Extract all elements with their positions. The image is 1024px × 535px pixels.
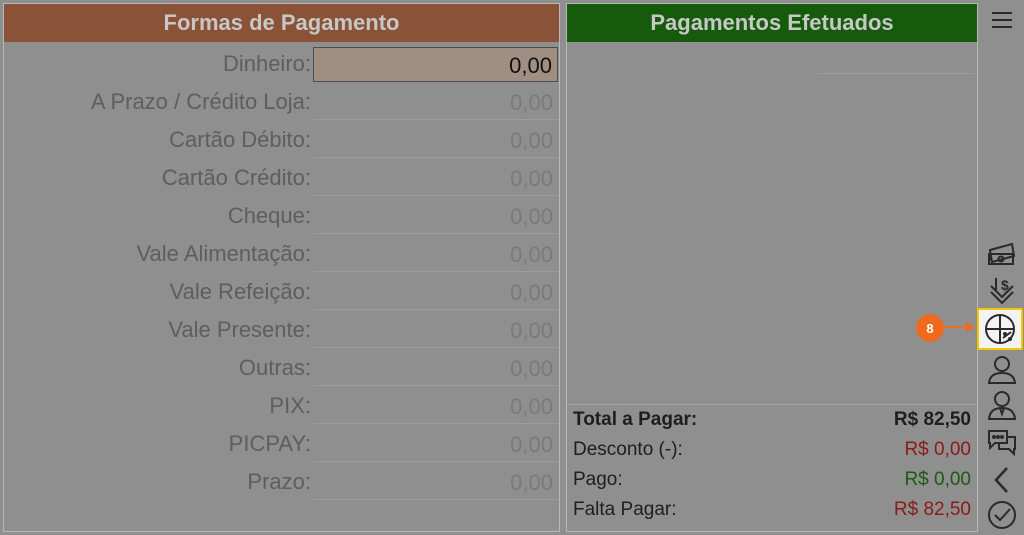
total-row: Total a Pagar: R$ 82,50	[567, 405, 977, 435]
payment-row-cheque: Cheque: 0,00	[4, 197, 559, 235]
desconto-value: R$ 0,00	[904, 439, 971, 460]
payment-label: PIX:	[269, 393, 311, 418]
falta-row: Falta Pagar: R$ 82,50	[567, 495, 977, 525]
payment-row-picpay: PICPAY: 0,00	[4, 425, 559, 463]
payment-label: Vale Alimentação:	[136, 241, 311, 266]
payment-row-cartao-credito: Cartão Crédito: 0,00	[4, 159, 559, 197]
dollar-down-icon[interactable]: $	[980, 272, 1024, 308]
payment-row-prazo: Prazo: 0,00	[4, 463, 559, 501]
payment-input-cartao-credito[interactable]: 0,00	[313, 161, 558, 196]
total-value: R$ 82,50	[893, 409, 971, 430]
payment-input-cartao-debito[interactable]: 0,00	[313, 123, 558, 158]
payment-input-vale-alimentacao[interactable]: 0,00	[313, 237, 558, 272]
svg-text:$: $	[1001, 277, 1009, 293]
pagamentos-efetuados-title: Pagamentos Efetuados	[567, 4, 977, 42]
payment-input-vale-refeicao[interactable]: 0,00	[313, 275, 558, 310]
payment-row-cartao-debito: Cartão Débito: 0,00	[4, 121, 559, 159]
payment-label: Cartão Débito:	[169, 127, 311, 152]
payment-row-vale-alimentacao: Vale Alimentação: 0,00	[4, 235, 559, 273]
divider	[817, 73, 974, 74]
split-payment-icon	[985, 314, 1015, 344]
payment-input-vale-presente[interactable]: 0,00	[313, 313, 558, 348]
payment-label: PICPAY:	[228, 431, 311, 456]
cash-icon[interactable]	[980, 236, 1024, 272]
payment-label: Vale Refeição:	[169, 279, 311, 304]
customer-icon[interactable]	[980, 351, 1024, 387]
payment-row-dinheiro: Dinheiro: 0,00	[4, 45, 559, 83]
payment-input-picpay[interactable]: 0,00	[313, 427, 558, 462]
payment-row-vale-presente: Vale Presente: 0,00	[4, 311, 559, 349]
payment-input-dinheiro[interactable]: 0,00	[313, 47, 558, 82]
salesperson-icon[interactable]	[980, 387, 1024, 423]
payment-label: Vale Presente:	[168, 317, 311, 342]
pago-row: Pago: R$ 0,00	[567, 465, 977, 495]
back-icon[interactable]	[980, 462, 1024, 498]
split-payment-button[interactable]	[977, 308, 1023, 350]
payment-input-prazo[interactable]: 0,00	[313, 465, 558, 500]
payment-label: Cartão Crédito:	[161, 165, 311, 190]
pagamentos-efetuados-panel: Pagamentos Efetuados Total a Pagar: R$ 8…	[566, 3, 978, 532]
menu-icon[interactable]	[980, 2, 1024, 38]
payment-label: Outras:	[238, 355, 311, 380]
payment-row-vale-refeicao: Vale Refeição: 0,00	[4, 273, 559, 311]
total-label: Total a Pagar:	[573, 409, 698, 430]
payment-input-a-prazo[interactable]: 0,00	[313, 85, 558, 120]
payment-row-a-prazo: A Prazo / Crédito Loja: 0,00	[4, 83, 559, 121]
formas-pagamento-panel: Formas de Pagamento Dinheiro: 0,00 A Pra…	[3, 3, 560, 532]
desconto-label: Desconto (-):	[573, 439, 683, 460]
payment-label: Dinheiro:	[222, 51, 311, 76]
callout-badge: 8	[916, 314, 944, 342]
formas-pagamento-title: Formas de Pagamento	[4, 4, 559, 42]
falta-value: R$ 82,50	[893, 499, 971, 520]
payment-row-pix: PIX: 0,00	[4, 387, 559, 425]
payment-label: Prazo:	[247, 469, 311, 494]
payment-input-outras[interactable]: 0,00	[313, 351, 558, 386]
payment-summary: Total a Pagar: R$ 82,50 Desconto (-): R$…	[567, 404, 977, 525]
payment-label: A Prazo / Crédito Loja:	[90, 89, 311, 114]
payment-label: Cheque:	[227, 203, 311, 228]
payment-input-cheque[interactable]: 0,00	[313, 199, 558, 234]
payment-row-outras: Outras: 0,00	[4, 349, 559, 387]
falta-label: Falta Pagar:	[573, 499, 677, 520]
pago-value: R$ 0,00	[904, 469, 971, 490]
payment-input-pix[interactable]: 0,00	[313, 389, 558, 424]
chat-icon[interactable]	[980, 425, 1024, 461]
confirm-icon[interactable]	[980, 497, 1024, 533]
callout-arrow-head	[966, 322, 975, 332]
desconto-row: Desconto (-): R$ 0,00	[567, 435, 977, 465]
pago-label: Pago:	[573, 469, 623, 490]
